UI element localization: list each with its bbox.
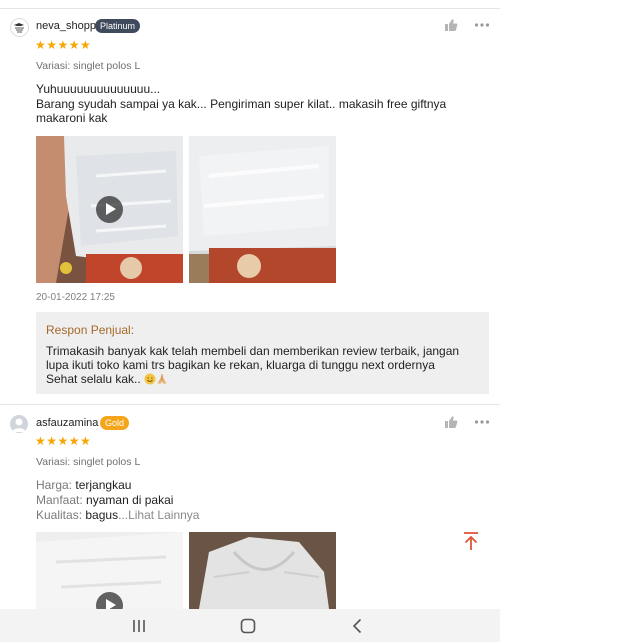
review-photo[interactable] [189,136,336,283]
tier-badge: Gold [100,416,130,430]
back-icon[interactable] [348,617,368,635]
seller-response-title: Respon Penjual: [46,323,135,337]
seller-response-body: Trimakasih banyak kak telah membeli dan … [46,344,460,372]
reviews-panel: neva_shopp Platinum ★★★★★ Variasi: singl… [0,0,500,642]
review-attribute: Harga: terjangkau [36,478,131,493]
thumbs-up-icon[interactable] [444,415,458,429]
variant-label: Variasi: singlet polos L [36,456,141,468]
attribute-key: Harga: [36,478,73,492]
review-username[interactable]: asfauzamina [36,416,98,430]
home-icon[interactable] [238,617,258,635]
photo-image [189,532,336,609]
system-nav-bar [0,609,500,642]
more-dots-icon[interactable] [474,419,490,425]
avatar-icon [14,23,24,33]
review-photo[interactable] [189,532,336,609]
tier-badge: Platinum [95,19,141,33]
review-video-thumbnail[interactable] [36,136,183,283]
review-comment: Yuhuuuuuuuuuuuuuu... Barang syudah sampa… [36,82,491,126]
review-date: 20-01-2022 17:25 [36,292,115,303]
more-dots-icon[interactable] [474,22,490,28]
comment-line: Barang syudah sampai ya kak... Pengirima… [36,96,447,126]
attribute-value: nyaman di pakai [86,493,174,507]
thumbs-up-icon[interactable] [444,18,458,32]
top-divider [0,8,500,9]
variant-label: Variasi: singlet polos L [36,60,141,72]
avatar[interactable] [10,415,28,433]
default-avatar-icon [12,418,26,432]
attribute-value: bagus [85,508,119,522]
scroll-to-top-button[interactable] [456,526,486,556]
comment-line: Yuhuuuuuuuuuuuuuu... [36,82,161,96]
seller-response-text: Trimakasih banyak kak telah membeli dan … [46,344,482,386]
attribute-key: Manfaat: [36,493,83,507]
scroll-to-top-icon [464,532,478,550]
pray-emoji-icon [157,374,167,384]
review-attribute: Kualitas: bagus...Lihat Lainnya [36,508,199,523]
review-divider [0,404,500,405]
star-rating: ★★★★★ [35,434,92,448]
seller-response-closing: Sehat selalu kak.. [46,372,141,386]
review-video-thumbnail[interactable] [36,532,183,609]
smile-emoji-icon [144,373,156,385]
play-icon[interactable] [96,196,123,223]
attribute-value: terjangkau [75,478,132,492]
seller-response: Respon Penjual: Trimakasih banyak kak te… [36,312,489,394]
review-username[interactable]: neva_shopp [36,19,96,33]
attribute-key: Kualitas: [36,508,83,522]
photo-image [189,136,336,283]
star-rating: ★★★★★ [35,38,92,52]
recents-icon[interactable] [129,617,149,635]
see-more-link[interactable]: ...Lihat Lainnya [118,508,199,522]
review-attribute: Manfaat: nyaman di pakai [36,493,173,508]
avatar[interactable] [10,18,29,37]
